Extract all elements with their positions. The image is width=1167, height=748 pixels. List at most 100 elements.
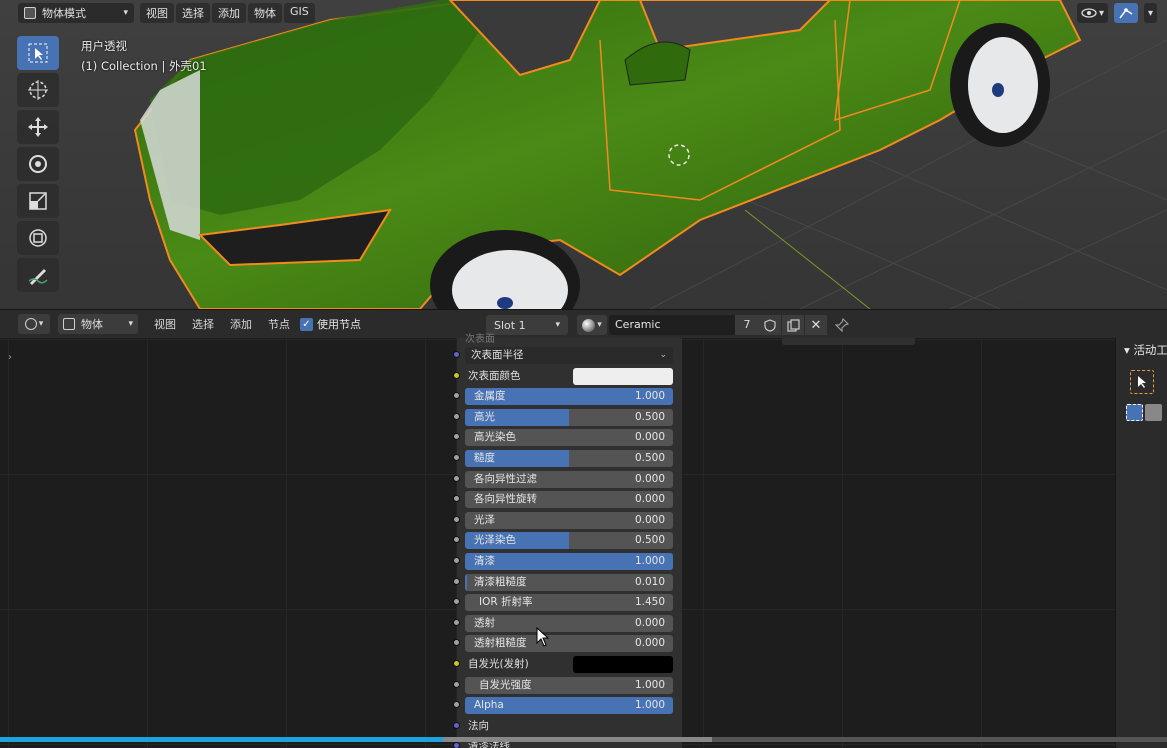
transform-tool[interactable] <box>17 221 59 255</box>
principled-bsdf-node[interactable]: 次表面 次表面半径 ⌄ 次表面颜色 金属度 1.000 高光 0.500 高光染色 0.000 糙… <box>453 334 683 748</box>
color-swatch[interactable] <box>573 367 673 385</box>
dropdown-label: 次表面半径 <box>471 349 524 361</box>
menu-add[interactable]: 添加 <box>212 3 246 23</box>
node-input-row: 高光 0.500 <box>453 407 683 428</box>
slider-label: Alpha <box>474 699 504 712</box>
value-slider[interactable]: 清漆粗糙度 0.010 <box>465 573 673 591</box>
value-slider[interactable]: Alpha 1.000 <box>465 697 673 715</box>
value-slider[interactable]: IOR 折射率 1.450 <box>465 594 673 612</box>
menu-select[interactable]: 选择 <box>184 316 222 332</box>
value-slider[interactable]: 各向异性过滤 0.000 <box>465 470 673 488</box>
transform-icon <box>29 229 47 247</box>
use-nodes-checkbox[interactable]: ✓ 使用节点 <box>300 316 361 332</box>
input-socket[interactable] <box>453 454 460 461</box>
input-socket[interactable] <box>453 639 460 647</box>
slider-value: 0.500 <box>634 534 665 547</box>
input-socket[interactable] <box>453 474 460 482</box>
input-socket[interactable] <box>453 742 460 748</box>
object-mode-label: 物体模式 <box>42 7 86 20</box>
value-slider[interactable]: 金属度 1.000 <box>465 388 673 406</box>
chevron-down-icon: ▾ <box>123 8 128 18</box>
value-slider[interactable]: 自发光强度 1.000 <box>465 676 673 694</box>
vector-input-label: 法向 <box>468 719 489 732</box>
value-slider[interactable]: 透射 0.000 <box>465 614 673 632</box>
shield-icon <box>764 318 776 332</box>
menu-gis[interactable]: GIS <box>284 3 315 23</box>
menu-view[interactable]: 视图 <box>140 3 174 23</box>
value-slider[interactable]: 透射粗糙度 0.000 <box>465 635 673 653</box>
input-socket[interactable] <box>453 495 460 503</box>
input-socket[interactable] <box>453 721 460 729</box>
cursor-tool[interactable] <box>17 73 59 107</box>
input-socket[interactable] <box>453 598 460 606</box>
chevron-down-icon: ▾ <box>128 319 133 329</box>
value-slider[interactable]: 高光染色 0.000 <box>465 429 673 447</box>
input-socket[interactable] <box>453 577 460 585</box>
3d-viewport[interactable]: 物体模式 ▾ 视图 选择 添加 物体 GIS ▾ ▾ 用户透视 (1) Coll… <box>0 0 1167 309</box>
gizmo-toggle[interactable] <box>1113 3 1138 23</box>
slider-label: IOR 折射率 <box>479 596 533 609</box>
visibility-dropdown[interactable]: ▾ <box>1076 3 1108 23</box>
input-socket[interactable] <box>453 371 460 379</box>
menu-add[interactable]: 添加 <box>222 316 260 332</box>
eye-icon <box>1081 8 1097 18</box>
unlink-material-button[interactable]: ✕ <box>805 315 827 335</box>
editor-type-dropdown[interactable]: ▾ <box>18 314 50 334</box>
value-slider[interactable]: 糙度 0.500 <box>465 450 673 467</box>
duplicate-material-button[interactable] <box>782 315 804 335</box>
move-tool[interactable] <box>17 110 59 144</box>
viewport-info: 用户透视 (1) Collection | 外壳01 <box>81 36 207 76</box>
input-socket[interactable] <box>453 433 460 441</box>
rotate-tool[interactable] <box>17 147 59 181</box>
menu-select[interactable]: 选择 <box>176 3 210 23</box>
slider-label: 各向异性旋转 <box>474 493 537 506</box>
input-socket[interactable] <box>453 392 460 400</box>
input-socket[interactable] <box>453 701 460 709</box>
color-swatch[interactable] <box>573 656 673 673</box>
fake-user-button[interactable] <box>759 315 781 335</box>
chevron-right-icon[interactable]: › <box>8 352 12 363</box>
input-socket[interactable] <box>453 536 460 544</box>
vector-dropdown[interactable]: 次表面半径 ⌄ <box>465 347 673 364</box>
slider-value: 0.000 <box>634 472 665 485</box>
input-socket[interactable] <box>453 412 460 420</box>
input-socket[interactable] <box>453 557 460 564</box>
select-box-icon <box>28 43 48 63</box>
value-slider[interactable]: 光泽染色 0.500 <box>465 532 673 550</box>
value-slider[interactable]: 光泽 0.000 <box>465 511 673 529</box>
node-input-row: 糙度 0.500 <box>453 448 683 469</box>
annotate-tool[interactable] <box>17 258 59 292</box>
menu-node[interactable]: 节点 <box>260 316 298 332</box>
user-count[interactable]: 7 <box>735 315 759 335</box>
shader-type-dropdown[interactable]: 物体 ▾ <box>58 314 138 334</box>
scale-tool[interactable] <box>17 184 59 218</box>
input-socket[interactable] <box>453 660 460 667</box>
slider-value: 1.000 <box>634 390 665 403</box>
object-mode-dropdown[interactable]: 物体模式 ▾ <box>18 3 134 23</box>
value-slider[interactable]: 各向异性旋转 0.000 <box>465 491 673 509</box>
value-slider[interactable]: 清漆 1.000 <box>465 553 673 570</box>
sidebar-panel: ▾ 活动工具 <box>1115 338 1167 748</box>
node-input-row: 清漆粗糙度 0.010 <box>453 572 683 593</box>
node-input-row: 次表面半径 ⌄ <box>453 345 683 366</box>
mode-new-icon[interactable] <box>1126 404 1143 421</box>
input-socket[interactable] <box>453 515 460 523</box>
input-socket[interactable] <box>453 351 460 358</box>
active-tool-header[interactable]: ▾ 活动工具 <box>1124 342 1167 358</box>
slider-label: 透射 <box>474 616 495 629</box>
gizmo-dropdown[interactable]: ▾ <box>1143 3 1157 23</box>
playback-progress-bar[interactable] <box>0 737 1167 742</box>
node-input-row: 自发光强度 1.000 <box>453 675 683 696</box>
value-slider[interactable]: 高光 0.500 <box>465 408 673 426</box>
menu-object[interactable]: 物体 <box>248 3 282 23</box>
slider-value: 0.000 <box>634 431 665 444</box>
input-socket[interactable] <box>453 618 460 626</box>
pin-button[interactable] <box>832 315 852 335</box>
input-socket[interactable] <box>453 680 460 688</box>
slider-value: 0.010 <box>634 575 665 588</box>
active-tool-button[interactable] <box>1130 370 1154 394</box>
menu-view[interactable]: 视图 <box>146 316 184 332</box>
select-box-tool[interactable] <box>17 36 59 70</box>
background-node[interactable] <box>782 338 915 345</box>
mode-extend-icon[interactable] <box>1145 404 1162 421</box>
